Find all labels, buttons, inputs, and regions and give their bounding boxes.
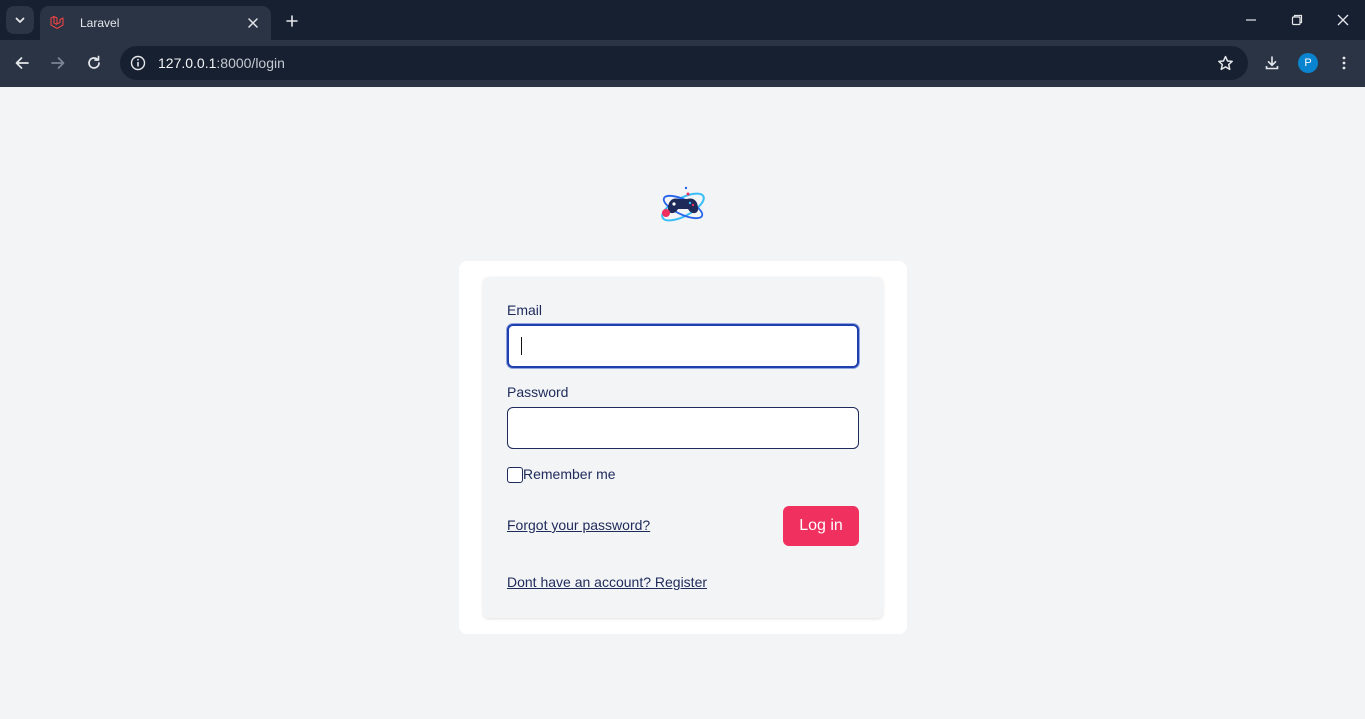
minimize-button[interactable] <box>1228 0 1274 40</box>
url-path: :8000/login <box>216 55 285 71</box>
email-field[interactable] <box>507 324 859 368</box>
register-link[interactable]: Dont have an account? Register <box>507 574 707 590</box>
avatar: P <box>1298 53 1318 73</box>
chevron-down-icon <box>15 17 25 23</box>
text-caret <box>521 337 522 355</box>
close-window-button[interactable] <box>1320 0 1365 40</box>
back-button[interactable] <box>8 49 36 77</box>
forgot-password-link[interactable]: Forgot your password? <box>507 517 650 533</box>
star-icon <box>1217 55 1233 70</box>
tab-title: Laravel <box>80 16 120 30</box>
password-label: Password <box>507 384 569 400</box>
password-field[interactable] <box>507 407 859 449</box>
site-info-button[interactable] <box>121 46 155 80</box>
close-icon <box>248 18 258 28</box>
tab-close-button[interactable] <box>243 13 263 33</box>
close-icon <box>1337 14 1349 26</box>
remember-label[interactable]: Remember me <box>523 466 616 482</box>
menu-icon <box>1342 56 1346 70</box>
downloads-button[interactable] <box>1258 49 1286 77</box>
reload-icon <box>88 55 100 69</box>
reload-button[interactable] <box>80 49 108 77</box>
browser-titlebar: Laravel <box>0 0 1365 40</box>
game-controller-logo[interactable] <box>659 182 707 228</box>
minimize-icon <box>1246 19 1256 21</box>
plus-icon <box>286 15 298 27</box>
profile-button[interactable]: P <box>1294 49 1322 77</box>
email-label: Email <box>507 302 543 318</box>
browser-menu-button[interactable] <box>1330 49 1358 77</box>
download-icon <box>1265 56 1279 70</box>
new-tab-button[interactable] <box>280 9 304 33</box>
browser-toolbar: 127.0.0.1:8000/login P <box>0 40 1365 87</box>
url-text: 127.0.0.1:8000/login <box>158 55 1208 71</box>
forward-button[interactable] <box>44 49 72 77</box>
login-button[interactable]: Log in <box>783 506 859 546</box>
restore-button[interactable] <box>1274 0 1320 40</box>
url-host: 127.0.0.1 <box>158 55 217 71</box>
forward-icon <box>51 57 65 69</box>
bookmark-button[interactable] <box>1208 46 1242 80</box>
address-bar[interactable]: 127.0.0.1:8000/login <box>120 46 1248 80</box>
info-icon <box>130 55 146 71</box>
back-icon <box>15 57 29 69</box>
tab-search-button[interactable] <box>6 6 34 34</box>
remember-checkbox[interactable] <box>507 467 523 483</box>
laravel-icon <box>48 14 66 32</box>
restore-icon <box>1291 14 1303 26</box>
browser-tab-active[interactable]: Laravel <box>40 6 271 40</box>
